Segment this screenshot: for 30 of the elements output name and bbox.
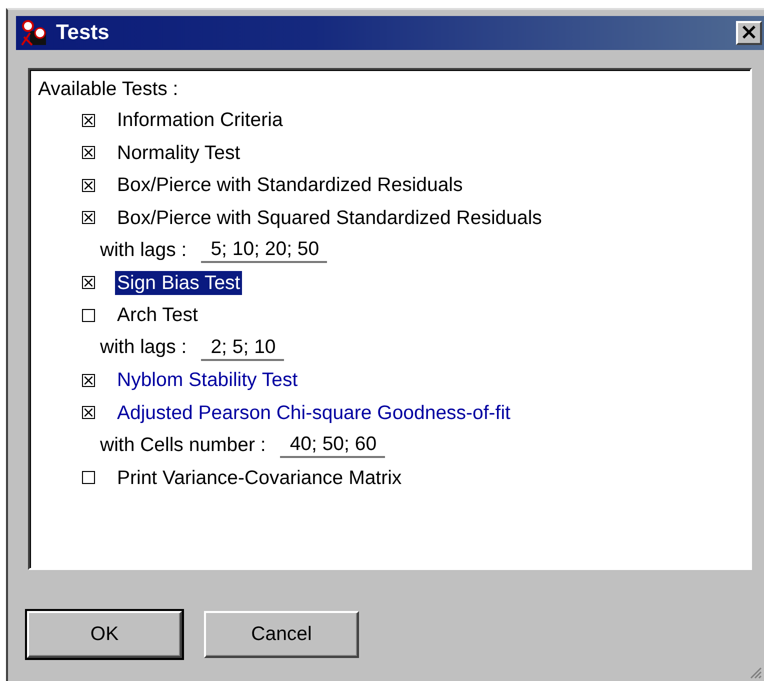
checkbox[interactable] bbox=[82, 471, 95, 484]
checkbox[interactable] bbox=[82, 114, 95, 127]
resize-grip-icon[interactable] bbox=[748, 665, 762, 679]
field-label: with Cells number : bbox=[100, 434, 266, 457]
input-field[interactable]: 40; 50; 60 bbox=[280, 432, 385, 458]
test-option[interactable]: Box/Pierce with Squared Standardized Residuals bbox=[115, 206, 544, 230]
checkbox[interactable] bbox=[82, 178, 95, 192]
checkbox[interactable] bbox=[82, 211, 95, 224]
checkbox[interactable] bbox=[82, 406, 95, 420]
dialog-button[interactable]: OK bbox=[27, 611, 182, 658]
test-option[interactable]: Box/Pierce with Standardized Residuals bbox=[115, 173, 465, 198]
list-heading: Available Tests : bbox=[38, 77, 178, 102]
field-label: with lags : bbox=[100, 336, 187, 360]
test-option[interactable]: Information Criteria bbox=[115, 108, 285, 132]
test-option[interactable]: Adjusted Pearson Chi-square Goodness-of-fit bbox=[115, 400, 512, 425]
checkbox[interactable] bbox=[82, 308, 95, 322]
dialog-button[interactable]: Cancel bbox=[204, 611, 359, 658]
test-option[interactable]: Arch Test bbox=[115, 303, 200, 328]
input-field[interactable]: 2; 5; 10 bbox=[200, 334, 284, 361]
checkbox[interactable] bbox=[82, 276, 95, 290]
test-option[interactable]: Print Variance-Covariance Matrix bbox=[115, 466, 404, 490]
checkbox[interactable] bbox=[82, 374, 95, 387]
input-field[interactable]: 5; 10; 20; 50 bbox=[200, 237, 328, 264]
checkbox[interactable] bbox=[82, 146, 95, 160]
test-option[interactable]: Nyblom Stability Test bbox=[115, 368, 300, 392]
window-title: Tests bbox=[56, 21, 110, 45]
test-option[interactable]: Normality Test bbox=[115, 140, 242, 165]
field-label: with lags : bbox=[100, 238, 187, 262]
test-option[interactable]: Sign Bias Test bbox=[115, 270, 242, 295]
close-button[interactable]: × bbox=[736, 21, 762, 45]
